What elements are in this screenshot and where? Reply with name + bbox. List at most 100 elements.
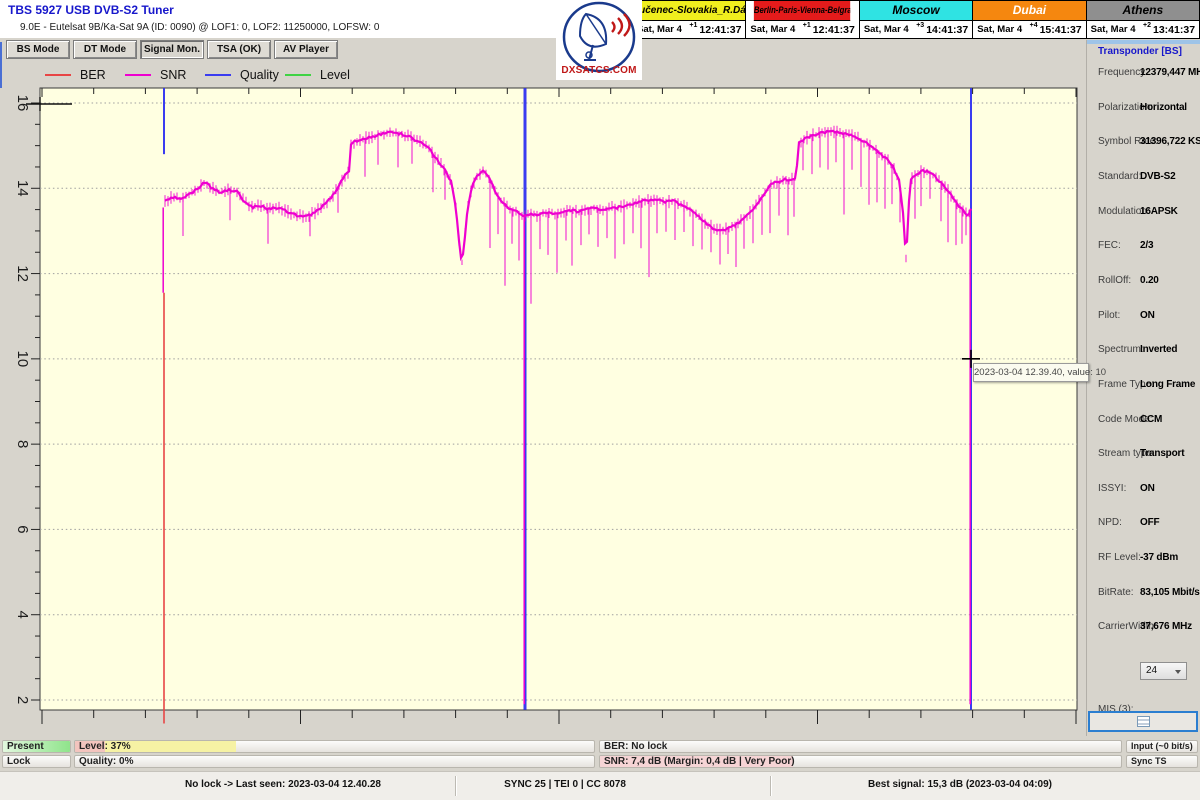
clock-city-label: Athens xyxy=(1087,1,1199,21)
snr-label: SNR: 7,4 dB (Margin: 0,4 dB | Very Poor) xyxy=(604,756,795,767)
world-clocks-strip: Lučenec-Slovakia_R.DávidSat, Mar 4+112:4… xyxy=(632,0,1200,39)
tab-bs-mode[interactable]: BS Mode xyxy=(6,40,70,59)
quality-progressbar: Quality: 0% xyxy=(74,755,595,768)
legend-label: SNR xyxy=(160,68,186,82)
tp-value-stream-type: Transport xyxy=(1140,448,1184,459)
clock-time-value: 12:41:37 xyxy=(813,24,855,36)
ber-color-swatch xyxy=(45,74,71,76)
clock-time-row: Sat, Mar 4 +213:41:37 xyxy=(1087,21,1199,38)
clock-time-row: Sat, Mar 4 +112:41:37 xyxy=(746,21,858,38)
legend-item-level: Level xyxy=(285,68,350,82)
status-divider xyxy=(455,776,456,796)
tab-av-player[interactable]: AV Player xyxy=(274,40,338,59)
y-tick-label: 14 xyxy=(14,180,31,197)
sync-indicator: Sync TS xyxy=(1126,755,1198,768)
present-label: Present xyxy=(7,741,44,752)
app-title: TBS 5927 USB DVB-S2 Tuner xyxy=(8,3,174,17)
signal-chart-canvas: 246810121416 xyxy=(0,85,1090,735)
clock-moscow: MoscowSat, Mar 4+314:41:37 xyxy=(860,1,973,38)
transponder-panel: Transponder [BS] Frequency:12379,447 MHz… xyxy=(1086,40,1200,736)
panel-top-accent xyxy=(1087,40,1200,44)
y-tick-label: 4 xyxy=(14,611,31,619)
logo-text: DXSATCS.COM xyxy=(556,65,642,76)
status-best-signal-text: Best signal: 15,3 dB (2023-03-04 04:09) xyxy=(868,779,1052,790)
tp-value-frame-type: Long Frame xyxy=(1140,379,1195,390)
status-bar: No lock -> Last seen: 2023-03-04 12.40.2… xyxy=(0,771,1200,800)
legend-label: Quality xyxy=(240,68,279,82)
tp-value-rolloff: 0.20 xyxy=(1140,275,1159,286)
header: TBS 5927 USB DVB-S2 Tuner 9.0E - Eutelsa… xyxy=(0,0,640,38)
signal-chart[interactable]: 246810121416 xyxy=(0,85,1090,735)
tp-label-npd: NPD: xyxy=(1098,517,1122,528)
clock-time-row: Sat, Mar 4+415:41:37 xyxy=(973,21,1085,38)
tp-label-spectrum: Spectrum: xyxy=(1098,344,1144,355)
tp-value-issyi: ON xyxy=(1140,483,1155,494)
y-tick-label: 2 xyxy=(14,696,31,704)
tab-dt-mode[interactable]: DT Mode xyxy=(73,40,137,59)
clock-time-row: Sat, Mar 4+314:41:37 xyxy=(860,21,972,38)
status-lock-text: No lock -> Last seen: 2023-03-04 12.40.2… xyxy=(185,779,381,790)
status-divider xyxy=(770,776,771,796)
tp-value-symbol-rate: 31396,722 KS/s xyxy=(1140,136,1200,147)
tp-value-polarization: Horizontal xyxy=(1140,102,1187,113)
clock-date: Sat, Mar 4 xyxy=(637,24,682,35)
tp-value-npd: OFF xyxy=(1140,517,1159,528)
y-tick-label: 6 xyxy=(14,525,31,533)
clock-time-value: 13:41:37 xyxy=(1153,24,1195,36)
y-tick-label: 16 xyxy=(14,95,31,112)
clock-time-value: 12:41:37 xyxy=(699,24,741,36)
snr-progressbar: SNR: 7,4 dB (Margin: 0,4 dB | Very Poor) xyxy=(599,755,1122,768)
clock-date: Sat, Mar 4 xyxy=(864,24,909,35)
tp-value-rf-level: -37 dBm xyxy=(1140,552,1178,563)
input-indicator: Input (~0 bit/s) xyxy=(1126,740,1198,753)
clock-utc-offset: +1 xyxy=(803,22,811,29)
level-label: Level: 37% xyxy=(79,741,131,752)
tuner-app-window: TBS 5927 USB DVB-S2 Tuner 9.0E - Eutelsa… xyxy=(0,0,1200,800)
legend-item-snr: SNR xyxy=(125,68,186,82)
snr-color-swatch xyxy=(125,74,151,76)
tp-label-standard: Standard: xyxy=(1098,171,1141,182)
mode-tabs: BS ModeDT ModeSignal Mon.TSA (OK)AV Play… xyxy=(6,40,338,59)
tp-value-standard: DVB-S2 xyxy=(1140,171,1175,182)
y-tick-label: 12 xyxy=(14,265,31,282)
clock-utc-offset: +2 xyxy=(1143,22,1151,29)
clock-lu-enec-slovakia-r-d-vid: Lučenec-Slovakia_R.DávidSat, Mar 4+112:4… xyxy=(633,1,746,38)
clock-dubai: DubaiSat, Mar 4+415:41:37 xyxy=(973,1,1086,38)
clock-date: Sat, Mar 4 xyxy=(1091,24,1136,35)
tp-label-rolloff: RollOff: xyxy=(1098,275,1131,286)
level-color-swatch xyxy=(285,74,311,76)
lock-label: Lock xyxy=(7,756,30,767)
tp-value-modulation: 16APSK xyxy=(1140,206,1178,217)
clock-utc-offset: +3 xyxy=(916,22,924,29)
tp-label-bitrate: BitRate: xyxy=(1098,587,1134,598)
legend-item-ber: BER xyxy=(45,68,106,82)
clock-city-label: Dubai xyxy=(973,1,1085,21)
tp-label-rf-level: RF Level: xyxy=(1098,552,1141,563)
chart-tooltip: 2023-03-04 12.39.40, value: 10 xyxy=(973,363,1089,382)
clock-time-row: Sat, Mar 4+112:41:37 xyxy=(633,21,745,38)
stacked-list-icon xyxy=(1137,716,1150,727)
tp-value-frequency: 12379,447 MHz xyxy=(1140,67,1200,78)
input-label: Input (~0 bit/s) xyxy=(1131,741,1193,752)
tp-value-bitrate: 83,105 Mbit/s xyxy=(1140,587,1200,598)
tab-tsa-ok[interactable]: TSA (OK) xyxy=(207,40,271,59)
sync-label: Sync TS xyxy=(1131,756,1167,767)
legend-label: Level xyxy=(320,68,350,82)
tp-value-spectrum: Inverted xyxy=(1140,344,1177,355)
clock-time-value: 15:41:37 xyxy=(1040,24,1082,36)
clock-date: Sat, Mar 4 xyxy=(750,24,795,35)
tp-value-pilot: ON xyxy=(1140,310,1155,321)
level-progressbar: Level: 37% xyxy=(74,740,595,753)
ber-indicator: BER: No lock xyxy=(599,740,1122,753)
y-tick-label: 10 xyxy=(14,351,31,368)
mis-dropdown[interactable]: 24 xyxy=(1140,662,1187,680)
tab-signal-mon[interactable]: Signal Mon. xyxy=(140,40,204,59)
legend-item-quality: Quality xyxy=(205,68,279,82)
tp-label-pilot: Pilot: xyxy=(1098,310,1120,321)
tp-label-fec: FEC: xyxy=(1098,240,1121,251)
ber-label: BER: No lock xyxy=(604,741,667,752)
tp-label-issyi: ISSYI: xyxy=(1098,483,1126,494)
clock-city-label: Moscow xyxy=(860,1,972,21)
mis-dropdown-value: 24 xyxy=(1146,665,1157,676)
stream-list-button[interactable] xyxy=(1088,711,1198,732)
